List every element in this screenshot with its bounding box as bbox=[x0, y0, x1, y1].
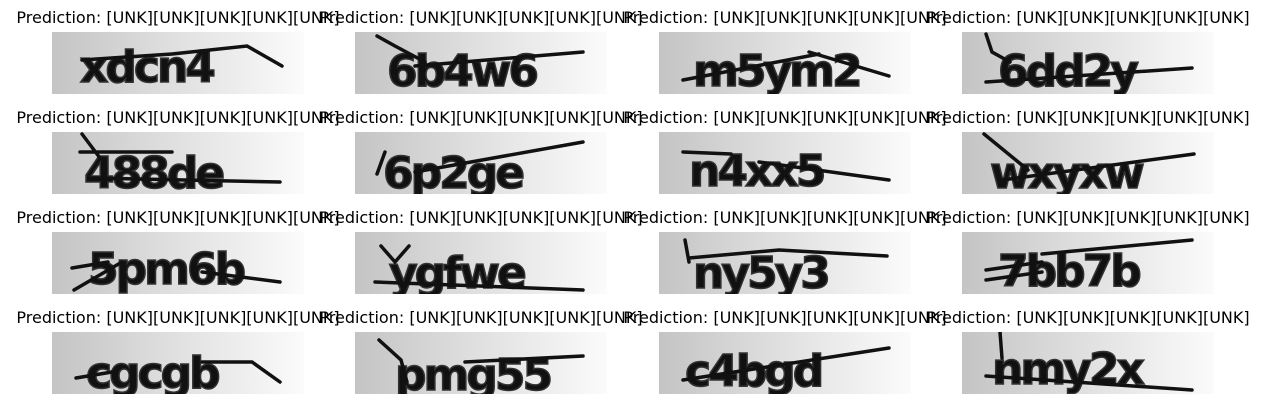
panel-title: Prediction: [UNK][UNK][UNK][UNK][UNK] bbox=[16, 308, 340, 327]
captcha-image: 6b4w6 bbox=[355, 32, 607, 94]
captcha-image: xdcn4 bbox=[52, 32, 304, 94]
captcha-image: ny5y3 bbox=[659, 232, 911, 294]
captcha-text: 488de bbox=[84, 148, 223, 194]
captcha-image: cgcgb bbox=[52, 332, 304, 394]
captcha-image: m5ym2 bbox=[659, 32, 911, 94]
panel-title: Prediction: [UNK][UNK][UNK][UNK][UNK] bbox=[319, 8, 643, 27]
captcha-image: 6dd2y bbox=[962, 32, 1214, 94]
captcha-image: ygfwe bbox=[355, 232, 607, 294]
panel-title: Prediction: [UNK][UNK][UNK][UNK][UNK] bbox=[319, 208, 643, 227]
panel-title: Prediction: [UNK][UNK][UNK][UNK][UNK] bbox=[926, 308, 1250, 327]
captcha-text: m5ym2 bbox=[693, 46, 860, 94]
captcha-image: pmg55 bbox=[355, 332, 607, 394]
panel-title: Prediction: [UNK][UNK][UNK][UNK][UNK] bbox=[16, 8, 340, 27]
panel-title: Prediction: [UNK][UNK][UNK][UNK][UNK] bbox=[623, 8, 947, 27]
captcha-text: xdcn4 bbox=[80, 42, 214, 93]
panel-title: Prediction: [UNK][UNK][UNK][UNK][UNK] bbox=[623, 108, 947, 127]
captcha-image: nmy2x bbox=[962, 332, 1214, 394]
captcha-image: 7bb7b bbox=[962, 232, 1214, 294]
panel-title: Prediction: [UNK][UNK][UNK][UNK][UNK] bbox=[623, 208, 947, 227]
captcha-text: pmg55 bbox=[395, 350, 550, 394]
panel-title: Prediction: [UNK][UNK][UNK][UNK][UNK] bbox=[16, 208, 340, 227]
captcha-image: 488de bbox=[52, 132, 304, 194]
panel-title: Prediction: [UNK][UNK][UNK][UNK][UNK] bbox=[319, 108, 643, 127]
panel-title: Prediction: [UNK][UNK][UNK][UNK][UNK] bbox=[16, 108, 340, 127]
captcha-image: c4bgd bbox=[659, 332, 911, 394]
captcha-image: wxyxw bbox=[962, 132, 1214, 194]
captcha-image: n4xx5 bbox=[659, 132, 911, 194]
captcha-text: cgcgb bbox=[86, 348, 219, 394]
panel-title: Prediction: [UNK][UNK][UNK][UNK][UNK] bbox=[926, 8, 1250, 27]
captcha-image: 6p2ge bbox=[355, 132, 607, 194]
panel-title: Prediction: [UNK][UNK][UNK][UNK][UNK] bbox=[926, 108, 1250, 127]
panel-title: Prediction: [UNK][UNK][UNK][UNK][UNK] bbox=[319, 308, 643, 327]
captcha-text: 6dd2y bbox=[998, 46, 1138, 94]
panel-title: Prediction: [UNK][UNK][UNK][UNK][UNK] bbox=[926, 208, 1250, 227]
panel-title: Prediction: [UNK][UNK][UNK][UNK][UNK] bbox=[623, 308, 947, 327]
captcha-image: 5pm6b bbox=[52, 232, 304, 294]
